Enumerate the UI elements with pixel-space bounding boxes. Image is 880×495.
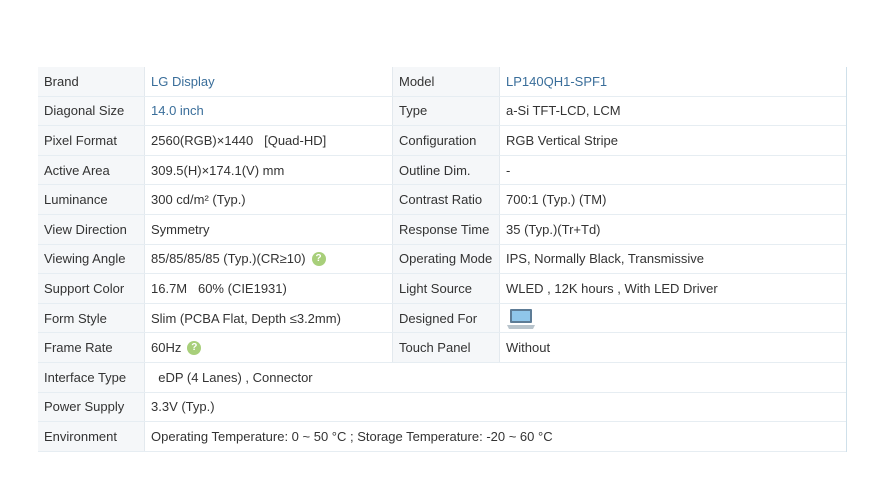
help-icon[interactable]: ? [311,251,326,266]
spec-row-brand: Brand LG Display Model LP140QH1-SPF1 [38,67,846,97]
spec-label: Luminance [38,185,145,214]
spec-label: Type [393,96,500,126]
spec-value: IPS, Normally Black, Transmissive [506,251,704,267]
spec-value: Slim (PCBA Flat, Depth ≤3.2mm) [145,303,393,333]
spec-label: Frame Rate [38,333,145,362]
spec-row-pixel-format: Pixel Format 2560(RGB)×1440 [Quad-HD] Co… [38,126,846,156]
spec-value-cell: 85/85/85/85 (Typ.)(CR≥10) ? [145,244,393,274]
spec-row-view-direction: View Direction Symmetry Response Time 35… [38,214,846,245]
spec-label: Designed For [393,303,500,333]
spec-label: Outline Dim. [393,155,500,185]
spec-label: Viewing Angle [38,244,145,274]
spec-label: Pixel Format [38,126,145,155]
spec-value: 85/85/85/85 (Typ.)(CR≥10) [151,251,306,267]
spec-value: 309.5(H)×174.1(V) mm [145,155,393,185]
spec-value: RGB Vertical Stripe [506,132,618,148]
spec-row-diagonal: Diagonal Size 14.0 inch Type a-Si TFT-LC… [38,96,846,127]
spec-row-support-color: Support Color 16.7M 60% (CIE1931) Light … [38,274,846,304]
spec-label: Operating Mode [393,244,500,274]
laptop-icon [506,308,535,330]
spec-row-luminance: Luminance 300 cd/m² (Typ.) Contrast Rati… [38,185,846,215]
spec-label: Contrast Ratio [393,185,500,214]
spec-row-active-area: Active Area 309.5(H)×174.1(V) mm Outline… [38,155,846,186]
spec-label: Model [393,67,500,96]
spec-label: Active Area [38,155,145,185]
spec-label: Interface Type [38,362,145,392]
spec-label: View Direction [38,214,145,244]
help-icon[interactable]: ? [187,340,202,355]
spec-label: Form Style [38,303,145,333]
spec-value-cell: 60Hz ? [145,333,393,362]
spec-label: Touch Panel [393,333,500,362]
brand-link[interactable]: LG Display [145,67,393,96]
spec-label: Support Color [38,274,145,303]
spec-label: Environment [38,422,145,451]
spec-label: Diagonal Size [38,96,145,126]
spec-value: 3.3V (Typ.) [151,399,215,415]
spec-value: - [506,162,511,178]
spec-value: 2560(RGB)×1440 [Quad-HD] [145,126,393,155]
spec-value: a-Si TFT-LCD, LCM [506,103,621,119]
spec-value: Without [506,340,551,356]
spec-value: Symmetry [145,214,393,244]
spec-value-cell [500,304,846,333]
spec-value: 60Hz [151,340,182,356]
spec-label: Brand [38,67,145,96]
diagonal-size-link[interactable]: 14.0 inch [145,96,393,126]
spec-row-form-style: Form Style Slim (PCBA Flat, Depth ≤3.2mm… [38,303,846,334]
spec-row-power-supply: Power Supply 3.3V (Typ.) [38,392,846,423]
spec-value: 16.7M 60% (CIE1931) [145,274,393,303]
spec-value: eDP (4 Lanes) , Connector [151,369,313,385]
spec-value: Operating Temperature: 0 ~ 50 °C ; Stora… [151,428,553,444]
spec-table: Brand LG Display Model LP140QH1-SPF1 Dia… [38,67,847,452]
spec-label: Light Source [393,274,500,303]
spec-value: WLED , 12K hours , With LED Driver [506,280,718,296]
spec-row-interface-type: Interface Type eDP (4 Lanes) , Connector [38,362,846,393]
spec-row-environment: Environment Operating Temperature: 0 ~ 5… [38,422,846,452]
spec-label: Configuration [393,126,500,155]
spec-label: Power Supply [38,392,145,422]
spec-value: 35 (Typ.)(Tr+Td) [506,221,601,237]
spec-row-viewing-angle: Viewing Angle 85/85/85/85 (Typ.)(CR≥10) … [38,244,846,275]
spec-value: 300 cd/m² (Typ.) [145,185,393,214]
spec-label: Response Time [393,214,500,244]
model-link[interactable]: LP140QH1-SPF1 [500,67,846,96]
spec-value: 700:1 (Typ.) (TM) [506,192,607,208]
spec-row-frame-rate: Frame Rate 60Hz ? Touch Panel Without [38,333,846,363]
